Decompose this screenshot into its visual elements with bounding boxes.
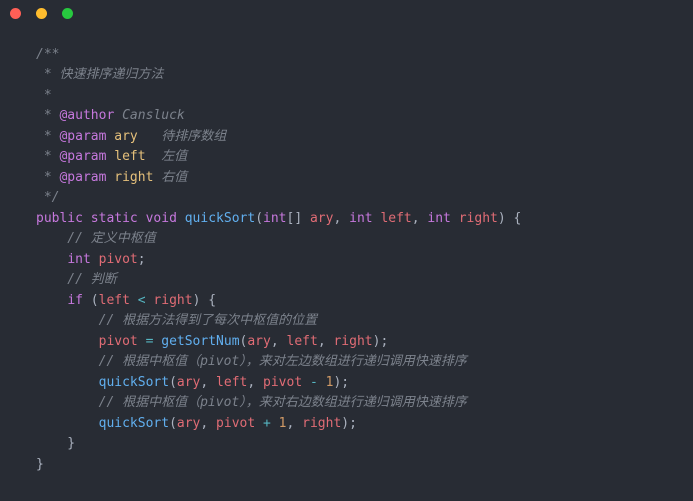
doc-comment-desc: * 快速排序递归方法 bbox=[36, 67, 163, 82]
stmt-if: if (left < right) { bbox=[36, 293, 216, 308]
doc-comment-author: * @author Cansluck bbox=[36, 108, 185, 123]
comment-check: // 判断 bbox=[36, 272, 117, 287]
stmt-quicksort-left: quickSort(ary, left, pivot - 1); bbox=[36, 375, 349, 390]
comment-get-pivot: // 根据方法得到了每次中枢值的位置 bbox=[36, 313, 317, 328]
method-signature: public static void quickSort(int[] ary, … bbox=[36, 211, 521, 226]
stmt-declare-pivot: int pivot; bbox=[36, 252, 146, 267]
doc-comment-param-left: * @param left 左值 bbox=[36, 149, 187, 164]
doc-comment-param-ary: * @param ary 待排序数组 bbox=[36, 129, 226, 144]
code-area: /** * 快速排序递归方法 * * @author Cansluck * @p… bbox=[0, 22, 693, 475]
minimize-icon[interactable] bbox=[36, 8, 47, 19]
doc-comment-end: */ bbox=[36, 190, 59, 205]
stmt-assign-pivot: pivot = getSortNum(ary, left, right); bbox=[36, 334, 388, 349]
comment-define-pivot: // 定义中枢值 bbox=[36, 231, 156, 246]
comment-right-recurse: // 根据中枢值（pivot），来对右边数组进行递归调用快速排序 bbox=[36, 395, 467, 410]
window-titlebar bbox=[0, 0, 693, 22]
zoom-icon[interactable] bbox=[62, 8, 73, 19]
doc-comment-start: /** bbox=[36, 47, 59, 62]
if-close-brace: } bbox=[36, 436, 75, 451]
comment-left-recurse: // 根据中枢值（pivot），来对左边数组进行递归调用快速排序 bbox=[36, 354, 467, 369]
method-close-brace: } bbox=[36, 457, 44, 472]
doc-comment-blank: * bbox=[36, 88, 52, 103]
stmt-quicksort-right: quickSort(ary, pivot + 1, right); bbox=[36, 416, 357, 431]
close-icon[interactable] bbox=[10, 8, 21, 19]
editor-window: /** * 快速排序递归方法 * * @author Cansluck * @p… bbox=[0, 0, 693, 501]
doc-comment-param-right: * @param right 右值 bbox=[36, 170, 187, 185]
